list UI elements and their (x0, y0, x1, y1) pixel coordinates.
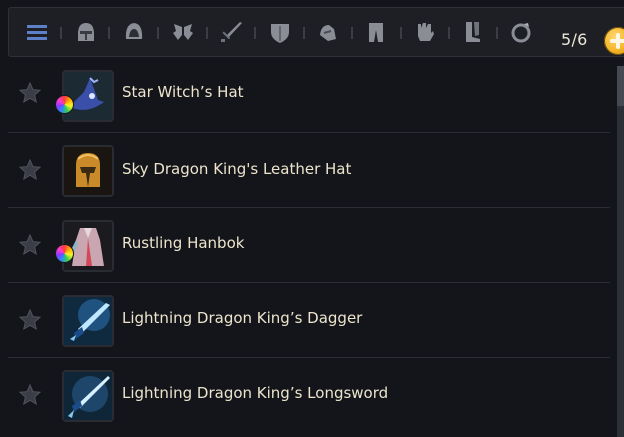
favorite-star-icon[interactable] (18, 233, 42, 257)
boots-icon[interactable] (459, 18, 487, 46)
list-item[interactable]: Lightning Dragon King’s Longsword (8, 358, 610, 433)
item-name: Lightning Dragon King’s Dagger (122, 309, 363, 327)
equipment-filter-toolbar: 5/6 (8, 7, 624, 57)
helmet-icon[interactable] (72, 18, 100, 46)
slot-count: 5/6 (561, 30, 588, 49)
favorite-star-icon[interactable] (18, 383, 42, 407)
list-item[interactable]: Lightning Dragon King’s Dagger (8, 283, 610, 358)
equipment-list: Star Witch’s Hat Sky Dragon King's Leath… (8, 60, 610, 433)
add-slot-button[interactable] (604, 27, 624, 55)
ring-icon[interactable] (507, 18, 535, 46)
gloves-icon[interactable] (411, 18, 439, 46)
rainbow-grade-icon (55, 95, 74, 114)
list-item[interactable]: Sky Dragon King's Leather Hat (8, 133, 610, 208)
list-scrollbar[interactable] (617, 66, 624, 437)
leg-armor-icon[interactable] (362, 18, 390, 46)
rainbow-grade-icon (55, 244, 74, 263)
list-scrollbar-thumb[interactable] (617, 66, 624, 106)
list-menu-icon[interactable] (23, 18, 51, 46)
item-name: Rustling Hanbok (122, 234, 245, 252)
item-name: Lightning Dragon King’s Longsword (122, 384, 389, 402)
shoulder-armor-icon[interactable] (314, 18, 342, 46)
favorite-star-icon[interactable] (18, 308, 42, 332)
hood-icon[interactable] (120, 18, 148, 46)
sword-icon[interactable] (217, 18, 245, 46)
dagger-icon (62, 295, 114, 347)
longsword-icon (62, 370, 114, 422)
favorite-star-icon[interactable] (18, 158, 42, 182)
wings-icon[interactable] (169, 18, 197, 46)
favorite-star-icon[interactable] (18, 81, 42, 105)
item-name: Star Witch’s Hat (122, 83, 244, 101)
list-item[interactable]: Star Witch’s Hat (8, 60, 610, 133)
shield-icon[interactable] (266, 18, 294, 46)
list-item[interactable]: Rustling Hanbok (8, 208, 610, 283)
item-name: Sky Dragon King's Leather Hat (122, 160, 352, 178)
leather-helmet-icon (62, 145, 114, 197)
